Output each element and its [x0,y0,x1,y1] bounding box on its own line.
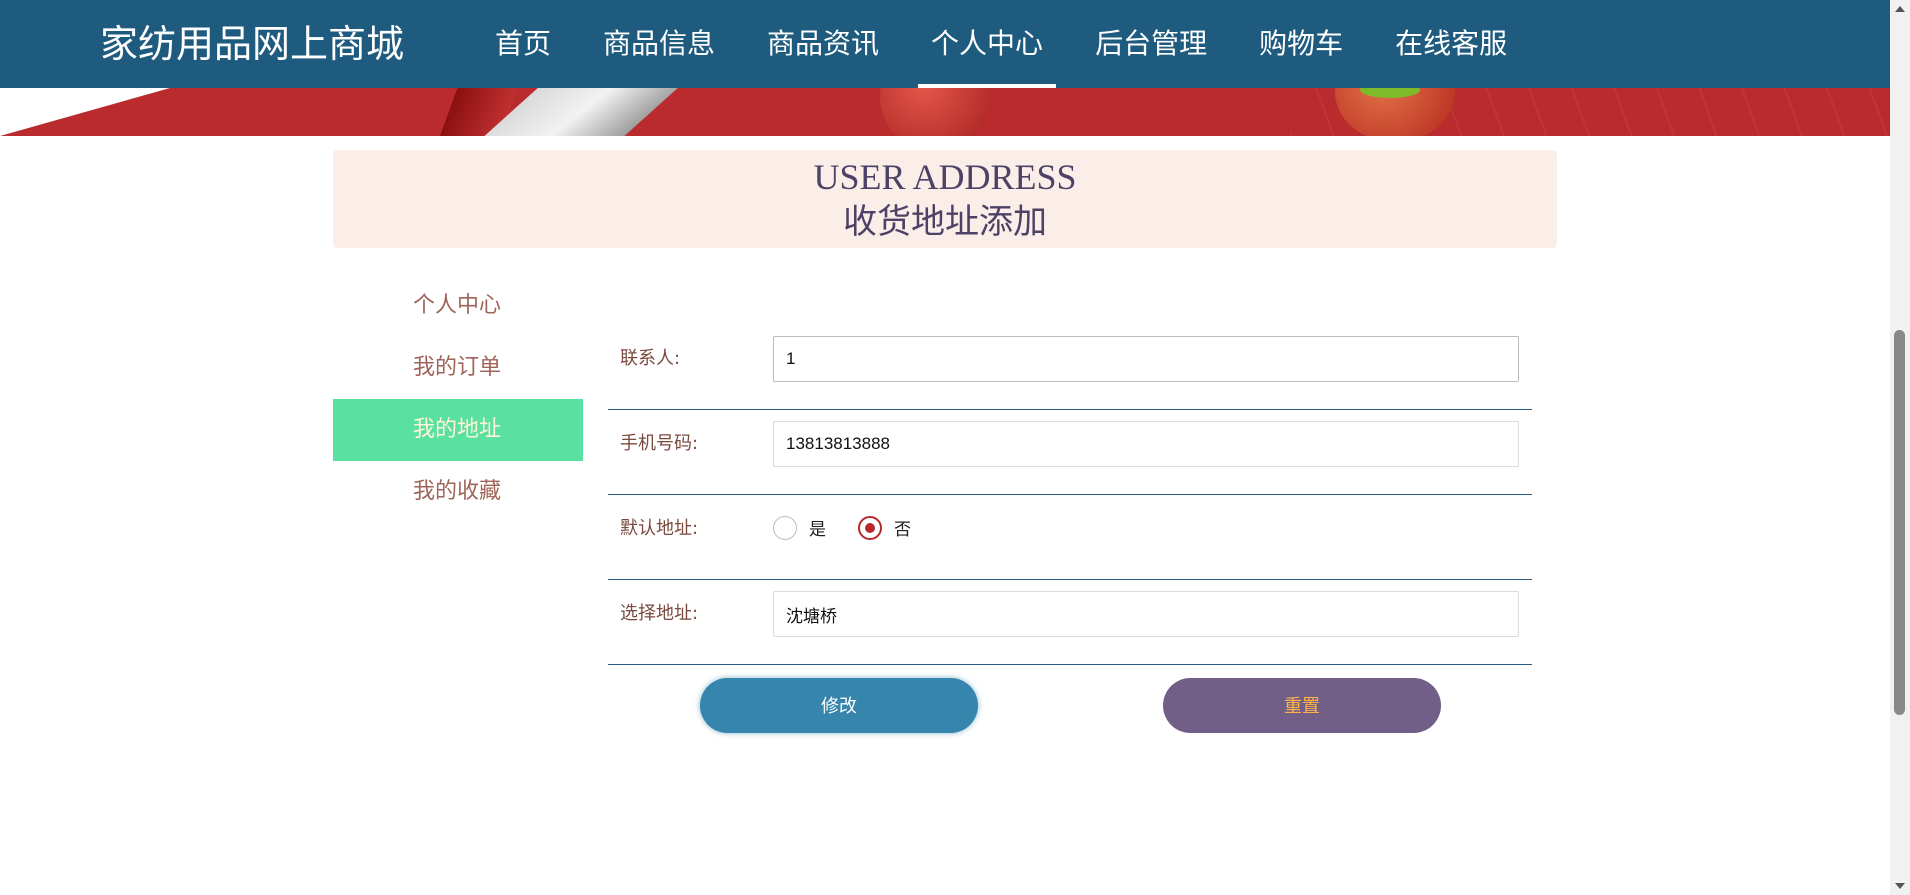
sidebar-item-my-address[interactable]: 我的地址 [333,399,583,461]
scrollbar-thumb[interactable] [1894,330,1905,715]
nav-home[interactable]: 首页 [482,0,564,88]
scroll-down-icon[interactable] [1895,883,1905,889]
sidebar-item-my-favorites[interactable]: 我的收藏 [333,461,583,523]
default-address-label: 默认地址: [620,518,699,539]
phone-label: 手机号码: [620,433,699,454]
reset-button[interactable]: 重置 [1163,678,1441,733]
nav-products[interactable]: 商品信息 [590,0,728,88]
default-no-radio[interactable] [858,515,882,540]
address-input[interactable] [773,591,1519,637]
nav-personal-center[interactable]: 个人中心 [918,0,1057,88]
form-row-contact: 联系人: [608,325,1532,410]
default-yes-radio[interactable] [773,515,797,540]
contact-label: 联系人: [620,348,681,369]
nav-customer-service[interactable]: 在线客服 [1382,0,1520,88]
default-yes-label[interactable]: 是 [809,515,826,540]
default-no-label[interactable]: 否 [894,515,911,540]
page-title-box: USER ADDRESS 收货地址添加 [333,150,1557,248]
sidebar-menu: 个人中心 我的订单 我的地址 我的收藏 [333,275,583,523]
scroll-up-icon[interactable] [1895,6,1905,12]
contact-input[interactable] [773,336,1519,382]
form-row-default-address: 默认地址: 是 否 [608,495,1532,580]
nav-cart[interactable]: 购物车 [1246,0,1356,88]
address-label: 选择地址: [620,603,699,624]
banner-image [0,88,1890,136]
page-scrollbar[interactable] [1890,0,1910,895]
top-navbar: 家纺用品网上商城 首页 商品信息 商品资讯 个人中心 后台管理 购物车 在线客服 [0,0,1890,88]
main-nav: 首页 商品信息 商品资讯 个人中心 后台管理 购物车 在线客服 [482,0,1546,88]
nav-admin[interactable]: 后台管理 [1082,0,1220,88]
form-row-phone: 手机号码: [608,410,1532,495]
sidebar-item-personal-center[interactable]: 个人中心 [333,275,583,337]
page-title-en: USER ADDRESS [813,157,1077,197]
form-row-address: 选择地址: [608,580,1532,665]
address-form: 联系人: 手机号码: 默认地址: 是 否 选择地址: [608,325,1532,665]
site-brand[interactable]: 家纺用品网上商城 [100,0,404,88]
modify-button[interactable]: 修改 [700,678,978,733]
default-address-radio-group: 是 否 [773,515,943,540]
nav-news[interactable]: 商品资讯 [754,0,892,88]
sidebar-item-my-orders[interactable]: 我的订单 [333,337,583,399]
phone-input[interactable] [773,421,1519,467]
page-title-cn: 收货地址添加 [843,202,1047,242]
banner-tomato-left [880,88,990,136]
banner-white-corner [0,88,170,136]
